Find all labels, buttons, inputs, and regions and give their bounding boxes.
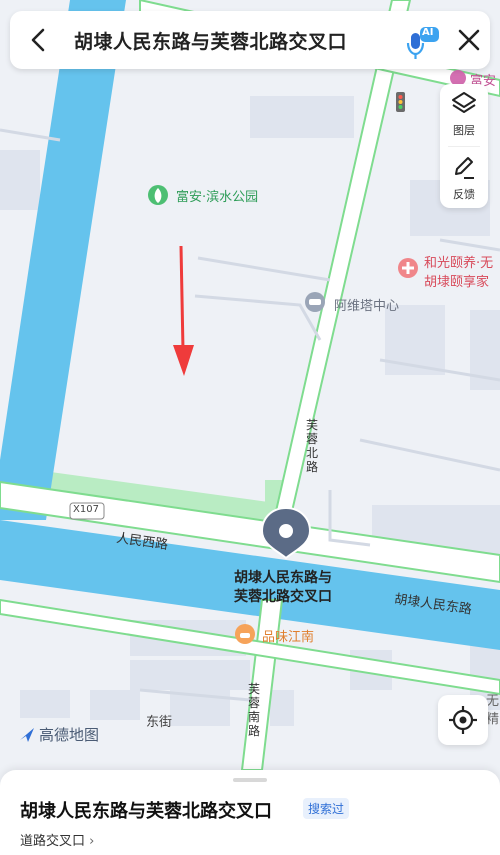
edit-icon: [455, 157, 474, 179]
feedback-label: 反馈: [453, 188, 475, 201]
layers-icon: [452, 92, 476, 113]
restaurant-icon: [235, 624, 255, 644]
park-icon: [148, 185, 168, 205]
ai-voice-button[interactable]: AI: [406, 27, 440, 61]
map-canvas[interactable]: [0, 0, 500, 770]
feedback-button[interactable]: 反馈: [440, 148, 488, 208]
search-bar[interactable]: 胡埭人民东路与芙蓉北路交叉口 AI: [10, 11, 490, 69]
locate-button[interactable]: [438, 695, 488, 745]
road-label-furong-north: 芙蓉北路: [306, 418, 319, 474]
place-category: 道路交叉口: [20, 834, 86, 849]
crosshair-icon: [449, 706, 477, 734]
searched-badge: 搜索过: [303, 798, 350, 819]
layers-button[interactable]: 图层: [440, 84, 488, 144]
pin-label-line-2: 芙蓉北路交叉口: [234, 589, 332, 605]
road-label-x107: X107: [73, 504, 99, 515]
road-label-furong-south: 芙蓉南路: [248, 682, 261, 738]
place-title: 胡埭人民东路与芙蓉北路交叉口: [20, 801, 272, 822]
pin-label-line-1: 胡埭人民东路与: [234, 570, 332, 586]
search-query-text[interactable]: 胡埭人民东路与芙蓉北路交叉口: [74, 27, 347, 54]
hospital-label-1[interactable]: 和光颐养·无: [424, 252, 493, 271]
sheet-drag-handle[interactable]: [233, 778, 267, 782]
ai-badge: AI: [422, 27, 434, 38]
street-label-east: 东街: [146, 715, 173, 730]
restaurant-label[interactable]: 品味江南: [262, 626, 314, 645]
chevron-right-icon: ›: [89, 834, 95, 849]
back-button[interactable]: [24, 25, 54, 55]
ave-center-label[interactable]: 阿维塔中心: [334, 295, 399, 314]
chevron-left-icon: [31, 28, 45, 52]
place-detail-sheet[interactable]: 胡埭人民东路与芙蓉北路交叉口 搜索过 道路交叉口 ›: [0, 770, 500, 855]
hospital-label-2[interactable]: 胡埭颐享家: [424, 271, 489, 290]
park-label[interactable]: 富安·滨水公园: [176, 186, 258, 205]
map-tools-panel: 图层 反馈: [440, 84, 488, 208]
car-service-icon: [305, 292, 325, 312]
traffic-light-icon: [396, 92, 405, 112]
amap-logo: 高德地图: [18, 724, 99, 745]
hospital-icon: [398, 258, 418, 278]
close-button[interactable]: [454, 25, 484, 55]
amap-logo-icon: [20, 727, 34, 742]
amap-logo-text: 高德地图: [39, 726, 100, 744]
close-icon: [458, 29, 480, 51]
place-category-link[interactable]: 道路交叉口 ›: [20, 830, 94, 849]
tools-divider: [448, 146, 480, 147]
layers-label: 图层: [453, 124, 475, 137]
